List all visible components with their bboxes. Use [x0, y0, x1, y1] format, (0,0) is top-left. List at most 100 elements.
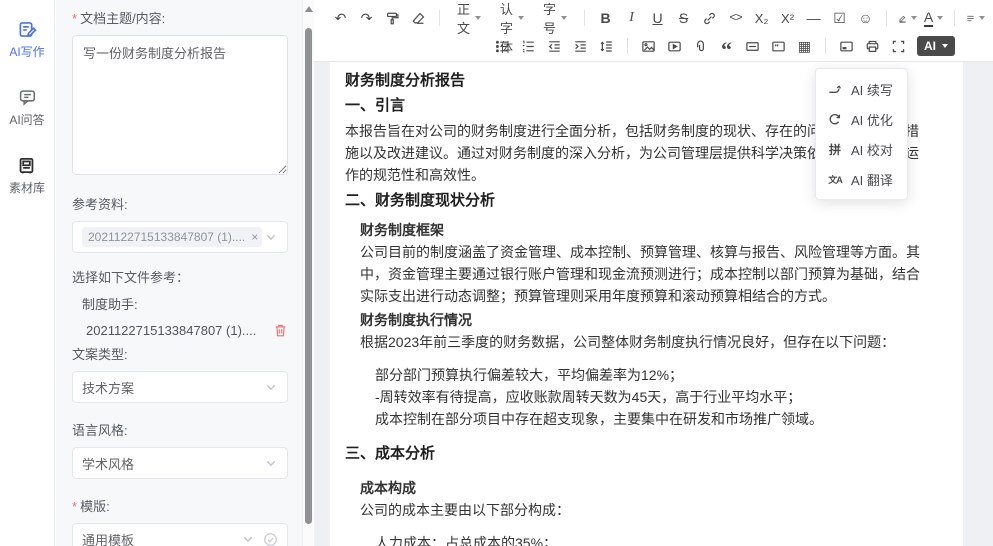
font-color-button[interactable]: A: [921, 6, 946, 30]
horizontal-rule-button[interactable]: —: [801, 6, 826, 30]
ai-menu-button[interactable]: AI: [917, 36, 955, 56]
toolbar-row-2: “ ▦: [328, 32, 985, 60]
sidebar-item-ai-qa[interactable]: AI问答: [9, 88, 44, 128]
task-checkbox-button[interactable]: ☑: [827, 6, 852, 30]
assistant-name: 制度助手:: [82, 294, 288, 313]
translate-icon: 文A: [827, 173, 843, 186]
library-icon: [17, 156, 36, 175]
chevron-down-icon: [241, 532, 255, 546]
toolbar-divider: [825, 38, 826, 54]
link-icon[interactable]: [697, 6, 722, 30]
menu-item-ai-continue[interactable]: AI 续写: [816, 74, 907, 104]
redo-icon[interactable]: ↷: [354, 6, 379, 30]
line-height-icon[interactable]: [594, 34, 619, 58]
font-size-select[interactable]: 字号: [534, 6, 576, 30]
chevron-down-icon: [518, 16, 524, 20]
doc-list: 人力成本：占总成本的35%；: [375, 532, 923, 546]
doc-list-item: 部分部门预算执行偏差较大，平均偏差率为12%；: [375, 364, 923, 386]
bullet-list-icon[interactable]: [490, 34, 515, 58]
doc-list-item: -周转效率有待提高，应收账款周转天数为45天，高于行业平均水平；: [375, 386, 923, 408]
doc-subheading: 财务制度执行情况: [360, 309, 923, 331]
scroll-up-arrow-icon[interactable]: [305, 6, 313, 12]
doc-paragraph: 根据2023年前三季度的财务数据，公司整体财务制度执行情况良好，但存在以下问题：: [360, 331, 923, 353]
reference-label: 参考资料:: [72, 194, 288, 213]
chevron-down-icon: [942, 44, 948, 48]
optimize-refresh-icon: [827, 112, 843, 127]
form-scrollbar[interactable]: [302, 0, 314, 546]
code-block-icon[interactable]: [766, 34, 791, 58]
preview-card-icon[interactable]: [834, 34, 859, 58]
clear-format-eraser-icon[interactable]: [406, 6, 431, 30]
highlight-color-button[interactable]: [895, 6, 920, 30]
reference-select[interactable]: 2021122715133847807 (1).... ×: [72, 221, 288, 253]
doc-list-item: 成本控制在部分项目中存在超支现象，主要集中在研发和市场推广领域。: [375, 408, 923, 430]
superscript-button[interactable]: X²: [775, 6, 800, 30]
format-painter-icon[interactable]: [380, 6, 405, 30]
align-button[interactable]: [963, 6, 988, 30]
menu-item-ai-proofread[interactable]: 拼 AI 校对: [816, 134, 907, 164]
doc-type-label: 文案类型:: [72, 344, 288, 363]
inline-code-button[interactable]: <>: [723, 6, 748, 30]
attachment-icon[interactable]: [688, 34, 713, 58]
divider-block-icon[interactable]: [740, 34, 765, 58]
sidebar-item-material-library[interactable]: 素材库: [9, 156, 45, 196]
underline-button[interactable]: U: [645, 6, 670, 30]
style-label: 语言风格:: [72, 420, 288, 439]
toolbar-divider: [627, 38, 628, 54]
chevron-down-icon: [911, 16, 917, 20]
sidebar-item-label: 素材库: [9, 179, 45, 196]
document-edit-icon: [18, 20, 37, 39]
italic-button[interactable]: I: [619, 6, 644, 30]
paragraph-style-select[interactable]: 正文: [448, 6, 490, 30]
menu-item-ai-translate[interactable]: 文A AI 翻译: [816, 164, 907, 194]
strikethrough-button[interactable]: S: [671, 6, 696, 30]
print-icon[interactable]: [860, 34, 885, 58]
style-select[interactable]: 学术风格: [72, 447, 288, 479]
sidebar-item-label: AI问答: [9, 111, 44, 128]
editor-toolbar: ↶ ↷ 正文: [314, 0, 993, 62]
generation-form: *文档主题/内容: 写一份财务制度分析报告 参考资料: 202112271513…: [56, 0, 302, 546]
chevron-down-icon: [264, 456, 278, 470]
chevron-down-icon: [937, 16, 943, 20]
chevron-down-icon: [475, 16, 481, 20]
insert-table-button[interactable]: ▦: [792, 34, 817, 58]
toolbar-divider: [954, 10, 955, 26]
doc-list-item: 人力成本：占总成本的35%；: [375, 532, 923, 546]
template-select[interactable]: 通用模板: [72, 523, 288, 546]
sidebar-item-ai-writing[interactable]: AI写作: [9, 20, 44, 60]
insert-image-icon[interactable]: [636, 34, 661, 58]
topic-input[interactable]: 写一份财务制度分析报告: [72, 35, 288, 175]
required-marker: *: [72, 499, 77, 514]
reference-file-tag: 2021122715133847807 (1).... ×: [82, 227, 262, 247]
chevron-down-icon: [264, 380, 278, 394]
doc-list: 部分部门预算执行偏差较大，平均偏差率为12%； -周转效率有待提高，应收账款周转…: [375, 364, 923, 430]
indent-icon[interactable]: [568, 34, 593, 58]
doc-type-select[interactable]: 技术方案: [72, 371, 288, 403]
toolbar-divider: [584, 10, 585, 26]
chevron-down-icon: [561, 16, 567, 20]
trash-icon[interactable]: [273, 323, 288, 338]
menu-item-label: AI 翻译: [851, 170, 893, 189]
doc-section: 财务制度框架 公司目前的制度涵盖了资金管理、成本控制、预算管理、核算与报告、风险…: [360, 219, 923, 430]
blockquote-button[interactable]: “: [714, 34, 739, 58]
emoji-button[interactable]: ☺: [853, 6, 878, 30]
menu-item-ai-optimize[interactable]: AI 优化: [816, 104, 907, 134]
nav-rail: AI写作 AI问答 素材库: [0, 0, 55, 546]
insert-video-icon[interactable]: [662, 34, 687, 58]
remove-tag-icon[interactable]: ×: [251, 230, 258, 244]
scrollbar-thumb[interactable]: [305, 28, 312, 524]
doc-heading-3: 三、成本分析: [345, 443, 923, 465]
file-section-label: 选择如下文件参考：: [72, 267, 288, 286]
subscript-button[interactable]: X₂: [749, 6, 774, 30]
outdent-icon[interactable]: [542, 34, 567, 58]
check-circle-icon: [263, 532, 278, 546]
font-family-select[interactable]: 默认字体: [491, 6, 533, 30]
ordered-list-icon[interactable]: [516, 34, 541, 58]
toolbar-divider: [886, 10, 887, 26]
bold-button[interactable]: B: [593, 6, 618, 30]
chat-bubbles-icon: [18, 88, 37, 107]
chevron-down-icon: [264, 230, 278, 244]
fullscreen-icon[interactable]: [886, 34, 911, 58]
undo-icon[interactable]: ↶: [328, 6, 353, 30]
menu-item-label: AI 校对: [851, 140, 893, 159]
